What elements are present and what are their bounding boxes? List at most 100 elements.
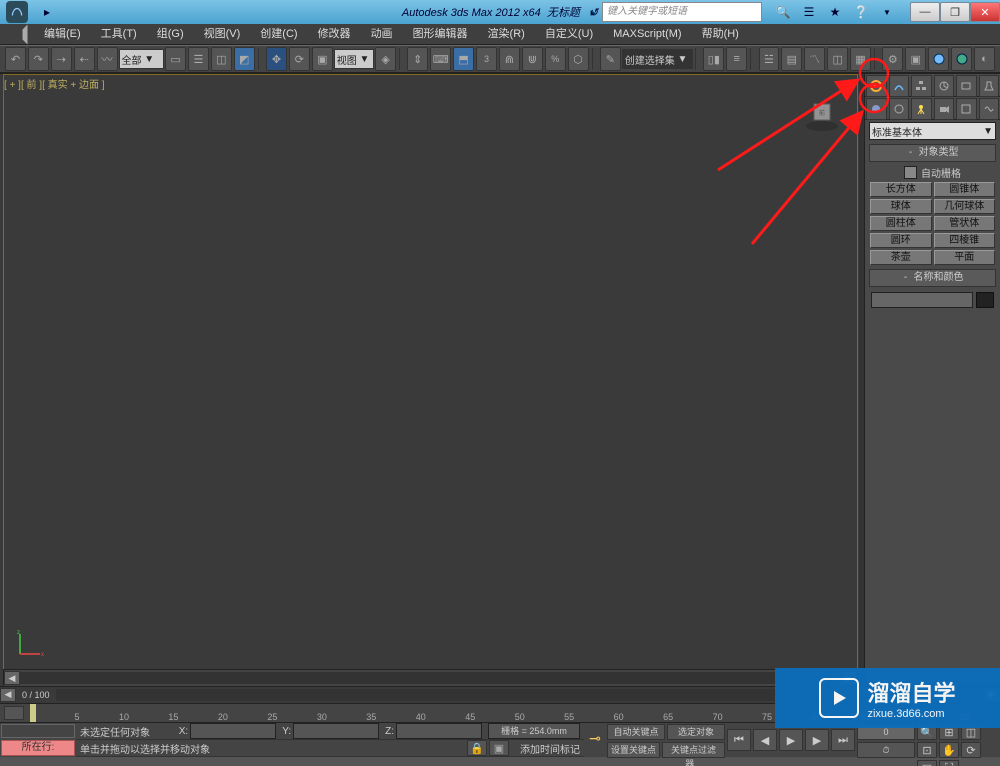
menu-create[interactable]: 创建(C) [250,24,307,44]
named-selection-dropdown[interactable]: 创建选择集 ▼ [622,49,693,69]
redo-icon[interactable]: ↷ [28,47,49,71]
named-sel-icon[interactable]: ✎ [600,47,621,71]
bind-space-icon[interactable]: 〰 [97,47,118,71]
percent-icon[interactable]: % [545,47,566,71]
hscroll-track[interactable] [20,672,841,684]
key-icon[interactable]: ⊸ [586,723,604,753]
render-icon[interactable] [928,47,949,71]
auto-key-button[interactable]: 自动关键点 [607,724,665,740]
tab-display-icon[interactable] [956,75,977,97]
nav-orbit-icon[interactable]: ⟳ [961,742,981,758]
window-crossing-icon[interactable]: ◩ [234,47,255,71]
viewport-label[interactable]: [ + ][ 前 ][ 真实 + 边面 ] [4,76,105,91]
snap-toggle-icon[interactable]: ⬒ [453,47,474,71]
menu-edit[interactable]: 编辑(E) [34,24,91,44]
menu-graph[interactable]: 图形编辑器 [403,24,478,44]
create-geosphere-button[interactable]: 几何球体 [934,199,996,214]
rollout-name-color[interactable]: -名称和颜色 [869,269,996,287]
help-icon[interactable]: ❔ [849,2,873,22]
render-iter-icon[interactable]: ◐ [974,47,995,71]
move-icon[interactable]: ✥ [266,47,287,71]
material-editor-icon[interactable]: ▦ [850,47,871,71]
schematic-icon[interactable]: ◫ [827,47,848,71]
sub-shapes-icon[interactable] [889,98,910,120]
menu-tools[interactable]: 工具(T) [91,24,147,44]
tab-hierarchy-icon[interactable] [911,75,932,97]
time-config-icon[interactable]: ⏱ [857,742,915,758]
curve-editor-icon[interactable]: 〽 [804,47,825,71]
viewport-front[interactable] [3,74,858,686]
select-name-icon[interactable]: ☰ [188,47,209,71]
object-name-input[interactable] [871,292,973,308]
layers-icon[interactable]: ☱ [759,47,780,71]
object-color-swatch[interactable] [976,292,994,308]
create-pyramid-button[interactable]: 四棱锥 [934,233,996,248]
coord-y-input[interactable] [293,723,379,739]
select-region-icon[interactable]: ◫ [211,47,232,71]
menu-help[interactable]: 帮助(H) [692,24,749,44]
link-icon[interactable]: ⇢ [51,47,72,71]
undo-icon[interactable]: ↶ [5,47,26,71]
panel-divider[interactable] [859,74,864,686]
search-icon[interactable]: 🔍 [771,2,795,22]
prev-frame-icon[interactable]: ◀ [753,729,777,751]
nav-zoom-ext-icon[interactable]: ⊡ [917,742,937,758]
viewport-hscroll[interactable]: ◀ ▶ [3,669,858,687]
goto-end-icon[interactable]: ⏭ [831,729,855,751]
ref-coord-dropdown[interactable]: 视图 ▼ [334,49,374,69]
close-button[interactable]: ✕ [970,2,1000,22]
tab-utilities-icon[interactable] [979,75,1000,97]
create-teapot-button[interactable]: 茶壶 [870,250,932,265]
help-dropdown-icon[interactable]: ▼ [875,2,899,22]
key-filters-button[interactable]: 关键点过滤器... [662,742,725,758]
sub-helpers-icon[interactable] [956,98,977,120]
next-frame-icon[interactable]: ▶ [805,729,829,751]
category-dropdown[interactable]: 标准基本体▼ [869,122,996,140]
create-torus-button[interactable]: 圆环 [870,233,932,248]
menu-animation[interactable]: 动画 [361,24,403,44]
play-icon[interactable]: ▶ [779,729,803,751]
keyboard-shortcut-icon[interactable]: ⌨ [430,47,451,71]
rollout-object-type[interactable]: -对象类型 [869,144,996,162]
timeline-cursor[interactable] [30,704,36,722]
help-search-input[interactable]: 键入关键字或短语 [602,2,762,22]
percent-snap-icon[interactable]: ⋒ [499,47,520,71]
menu-modifier[interactable]: 修改器 [308,24,361,44]
create-box-button[interactable]: 长方体 [870,182,932,197]
render-prod-icon[interactable] [951,47,972,71]
timeslider-left-icon[interactable]: ◀ [0,688,16,702]
minimize-button[interactable]: — [910,2,940,22]
comm-center-icon[interactable]: ☰ [797,2,821,22]
lock-selection-icon[interactable]: 🔒 [467,740,487,756]
create-sphere-button[interactable]: 球体 [870,199,932,214]
menu-caret-icon[interactable] [13,24,28,44]
maximize-button[interactable]: ❐ [940,2,970,22]
hscroll-left-icon[interactable]: ◀ [4,671,20,685]
abs-rel-icon[interactable]: ▣ [489,740,509,756]
nav-max-toggle-icon[interactable]: ⛶ [939,760,959,766]
menu-view[interactable]: 视图(V) [194,24,251,44]
nav-pan-icon[interactable]: ✋ [939,742,959,758]
favorites-icon[interactable]: ★ [823,2,847,22]
sub-lights-icon[interactable] [911,98,932,120]
create-cone-button[interactable]: 圆锥体 [934,182,996,197]
add-time-tag-label[interactable]: 添加时间标记 [520,741,580,756]
spinner-snap-icon[interactable]: ⋓ [522,47,543,71]
coord-x-input[interactable] [190,723,276,739]
sub-geometry-icon[interactable] [866,98,887,120]
align-icon[interactable]: ≡ [726,47,747,71]
tab-modify-icon[interactable] [889,75,910,97]
create-cylinder-button[interactable]: 圆柱体 [870,216,932,231]
set-key-button[interactable]: 设置关键点 [607,742,660,758]
goto-start-icon[interactable]: ⏮ [727,729,751,751]
selection-filter-dropdown[interactable]: 全部 ▼ [119,49,165,69]
mirror-icon[interactable]: ▯▮ [703,47,724,71]
sub-systems-icon[interactable] [979,98,1000,120]
rotate-icon[interactable]: ⟳ [289,47,310,71]
create-tube-button[interactable]: 管状体 [934,216,996,231]
angle-snap-icon[interactable]: 3 [476,47,497,71]
unlink-icon[interactable]: ⇠ [74,47,95,71]
viewcube-icon[interactable]: 前 [802,94,842,134]
render-frame-icon[interactable]: ▣ [905,47,926,71]
qat-triangle-icon[interactable]: ▸ [35,2,59,22]
